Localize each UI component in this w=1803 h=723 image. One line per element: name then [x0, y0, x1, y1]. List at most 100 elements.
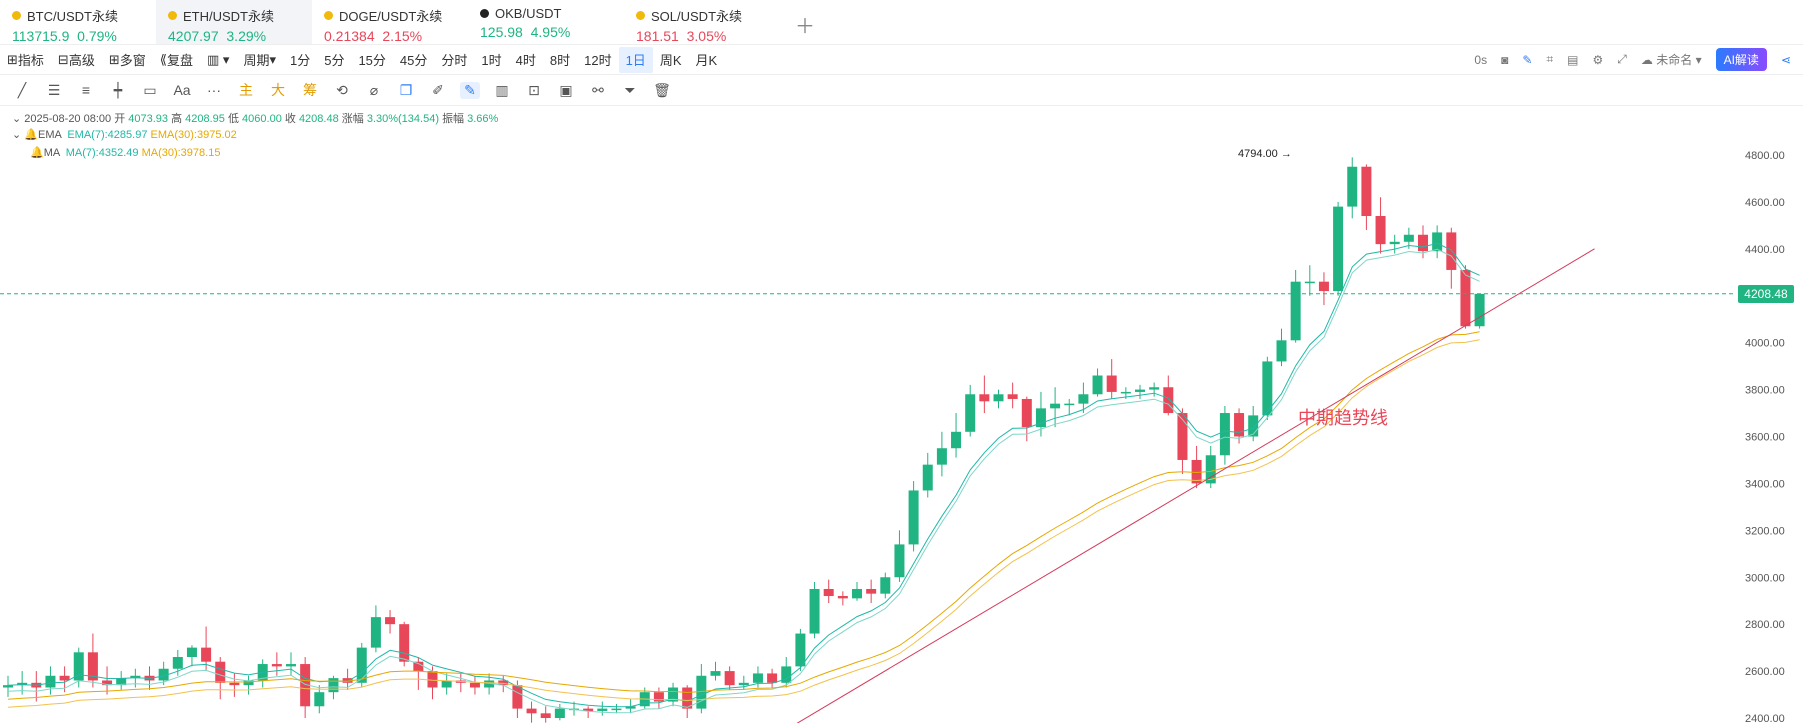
candle-body: [724, 671, 735, 686]
channel-tool-icon[interactable]: ≡: [76, 82, 96, 98]
copy-icon[interactable]: ❐: [396, 82, 416, 99]
candle-body: [965, 394, 976, 432]
account-button[interactable]: ☁ 未命名 ▾: [1641, 51, 1702, 68]
candle-body: [852, 588, 862, 599]
tab-price: 181.51: [636, 28, 679, 44]
period-10[interactable]: 分时: [434, 47, 474, 73]
main-indicator-button[interactable]: 主: [236, 80, 256, 100]
big-order-button[interactable]: 大: [268, 80, 288, 100]
template-icon[interactable]: ⌗: [1546, 52, 1553, 67]
toolbar-right: 0s ◙ ✎ ⌗ ▤ ⚙ ⤢ ☁ 未命名 ▾ AI解读 ⋖: [1474, 48, 1791, 71]
toolbar-multiwindow[interactable]: ⊞ 多窗: [102, 47, 153, 73]
line-tool-icon[interactable]: ╱: [12, 82, 32, 99]
binance-icon: [636, 11, 645, 20]
y-tick-label: 4600.00: [1745, 197, 1785, 209]
y-tick-label: 2400.00: [1745, 713, 1785, 723]
period-12[interactable]: 4时: [509, 47, 543, 73]
candle-body: [880, 577, 891, 594]
toolbar-indicator[interactable]: ⊞ 指标: [0, 47, 51, 73]
candle-body: [1021, 398, 1032, 428]
candle-body: [993, 394, 1004, 402]
symbol-tab[interactable]: OKB/USDT 125.98 4.95%: [468, 0, 624, 44]
horizontal-tool-icon[interactable]: ┿: [108, 82, 128, 99]
candle-body: [201, 647, 212, 662]
candle-body: [922, 464, 933, 491]
binance-icon: [12, 11, 21, 20]
y-tick-label: 3400.00: [1745, 478, 1785, 490]
high-marker: 4794.00 →: [1238, 148, 1292, 160]
period-label: 4时: [515, 53, 536, 68]
advanced-icon: ⊟: [57, 51, 69, 67]
erase-icon[interactable]: ⌀: [364, 82, 384, 99]
chip-button[interactable]: 筹: [300, 80, 320, 100]
symbol-tab[interactable]: ETH/USDT永续 4207.97 3.29%: [156, 0, 312, 44]
period-label: 15分: [358, 53, 386, 68]
more-tools-icon[interactable]: ···: [204, 82, 224, 98]
candle-body: [1418, 234, 1428, 252]
candle-body: [611, 708, 622, 711]
fullscreen-icon[interactable]: ⤢: [1617, 52, 1627, 67]
note-icon[interactable]: ▣: [556, 82, 576, 99]
candle-body: [1135, 389, 1145, 392]
add-tab-icon[interactable]: ＋: [795, 10, 815, 39]
text-tool-icon[interactable]: Aa: [172, 82, 192, 98]
mid-term-trendline: [796, 248, 1595, 723]
parallel-tool-icon[interactable]: ☰: [44, 82, 64, 99]
camera-icon[interactable]: ◙: [1501, 53, 1508, 67]
tab-symbol: SOL/USDT永续: [651, 9, 743, 24]
candle-body: [469, 682, 480, 688]
candle-body: [1120, 391, 1131, 394]
candle-body: [1234, 413, 1245, 437]
toolbar-advanced[interactable]: ⊟ 高级: [51, 47, 102, 73]
candle-body: [1106, 375, 1117, 392]
toolbar-chart-type[interactable]: ▥ ▾: [200, 47, 236, 73]
ai-analysis-button[interactable]: AI解读: [1715, 48, 1767, 71]
symbol-tab[interactable]: SOL/USDT永续 181.51 3.05%: [624, 0, 780, 44]
period-5[interactable]: 周期 ▾: [236, 47, 283, 73]
trash-icon[interactable]: 🗑: [652, 82, 672, 99]
draw-mode-icon[interactable]: ✎: [460, 81, 480, 99]
period-15[interactable]: 1日: [618, 46, 653, 73]
tab-change: 3.29%: [226, 28, 267, 44]
period-13[interactable]: 8时: [543, 47, 577, 73]
period-9[interactable]: 45分: [393, 47, 434, 73]
symbol-tab[interactable]: DOGE/USDT永续 0.21384 2.15%: [312, 0, 468, 44]
period-8[interactable]: 15分: [351, 47, 392, 73]
period-label: 分时: [441, 53, 468, 68]
y-tick-label: 3000.00: [1745, 572, 1785, 584]
tab-symbol: OKB/USDT: [495, 6, 562, 21]
period-17[interactable]: 月K: [688, 47, 724, 73]
y-tick-label: 2600.00: [1745, 666, 1785, 678]
period-16[interactable]: 周K: [653, 47, 689, 73]
pen-icon[interactable]: ✎: [1522, 53, 1532, 67]
candlestick-chart[interactable]: 4800.004600.004400.004200.004000.003800.…: [0, 106, 1803, 723]
candle-body: [894, 544, 905, 578]
lock-icon[interactable]: ⊡: [524, 82, 544, 99]
toolbar-replay[interactable]: ⟪ 复盘: [153, 47, 200, 73]
period-label: 月K: [695, 53, 718, 68]
tab-price: 4207.97: [168, 28, 219, 44]
candle-body: [526, 708, 537, 714]
ruler-icon[interactable]: ✐: [428, 82, 448, 99]
binance-icon: [168, 11, 177, 20]
period-7[interactable]: 5分: [317, 47, 351, 73]
share-icon[interactable]: ⋖: [1781, 53, 1791, 67]
candle-body: [1007, 394, 1018, 399]
symbol-tab[interactable]: BTC/USDT永续 113715.9 0.79%: [0, 0, 156, 44]
link-icon[interactable]: ⚯: [588, 82, 608, 99]
period-11[interactable]: 1时: [474, 47, 508, 73]
tab-change: 3.05%: [686, 28, 727, 44]
period-6[interactable]: 1分: [283, 47, 317, 73]
candle-type-icon[interactable]: ▥: [492, 82, 512, 99]
layout-icon[interactable]: ▤: [1567, 53, 1578, 67]
period-14[interactable]: 12时: [577, 47, 618, 73]
period-label: 周期: [243, 53, 270, 68]
rect-tool-icon[interactable]: ▭: [140, 82, 160, 99]
ema30-line: [7, 331, 1480, 700]
filter-icon[interactable]: ⏷: [620, 82, 640, 99]
candle-body: [314, 692, 325, 707]
settings-icon[interactable]: ⚙: [1593, 53, 1604, 67]
multiwindow-icon: ⊞: [108, 51, 120, 67]
tab-symbol: BTC/USDT永续: [27, 9, 119, 24]
magnet-icon[interactable]: ⟲: [332, 82, 352, 99]
